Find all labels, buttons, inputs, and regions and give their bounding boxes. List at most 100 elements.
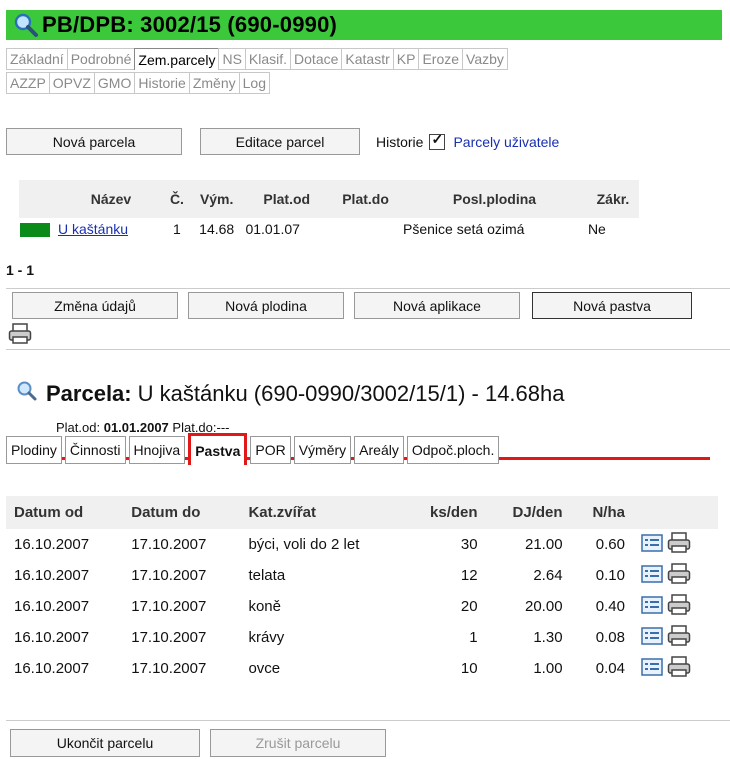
cell-dj: 20.00 xyxy=(525,598,563,615)
table-header: DJ/den xyxy=(485,496,571,529)
tab-por[interactable]: POR xyxy=(250,436,291,464)
action-bar: Změna údajů Nová plodina Nová aplikace N… xyxy=(6,288,730,350)
cell-dj: 21.00 xyxy=(525,536,563,553)
cell-restriction: Ne xyxy=(587,221,606,237)
print-icon[interactable] xyxy=(667,562,691,589)
cell-from: 16.10.2007 xyxy=(14,598,90,615)
end-parcel-button[interactable]: Ukončit parcelu xyxy=(10,729,200,757)
tab-v-m-ry[interactable]: Výměry xyxy=(293,436,352,464)
print-icon[interactable] xyxy=(667,593,691,620)
tab-historie[interactable]: Historie xyxy=(134,72,190,94)
history-checkbox[interactable] xyxy=(429,131,446,150)
table-header: Zákr. xyxy=(586,180,639,218)
cell-nha: 0.40 xyxy=(595,598,625,615)
cell-nha: 0.04 xyxy=(595,660,625,677)
tab-podrobn[interactable]: Podrobné xyxy=(66,48,136,70)
tab-log[interactable]: Log xyxy=(238,72,270,94)
cell-num: 1 xyxy=(173,221,181,237)
pasture-table: Datum od Datum do Kat.zvířat ks/den DJ/den N/… xyxy=(6,496,718,684)
tab-eroze[interactable]: Eroze xyxy=(418,48,464,70)
detail-icon[interactable] xyxy=(641,595,663,619)
color-swatch xyxy=(20,223,50,238)
detail-icon[interactable] xyxy=(641,626,663,650)
tab-vazby[interactable]: Vazby xyxy=(462,48,508,70)
new-parcel-button[interactable]: Nová parcela xyxy=(6,128,182,155)
cell-ks: 30 xyxy=(460,536,478,553)
table-row: 16.10.2007 17.10.2007 telata 12 2.64 0.10 xyxy=(6,560,718,591)
table-header: ks/den xyxy=(403,496,486,529)
cell-to: 17.10.2007 xyxy=(131,598,207,615)
cell-ks: 12 xyxy=(460,567,478,584)
cell-category: krávy xyxy=(248,629,285,646)
new-crop-button[interactable]: Nová plodina xyxy=(188,292,344,319)
new-pasture-button[interactable]: Nová pastva xyxy=(532,292,692,319)
print-icon[interactable] xyxy=(667,655,691,682)
parcels-table: Název Č. Vým. Plat.od Plat.do Posl.plodina Zák… xyxy=(19,180,639,240)
cell-ks: 20 xyxy=(460,598,478,615)
tab-gmo[interactable]: GMO xyxy=(93,72,136,94)
cell-nha: 0.10 xyxy=(595,567,625,584)
parcel-tabs: Plodiny Činnosti Hnojiva Pastva POR Výměry Are… xyxy=(6,433,502,465)
parcel-heading: Parcela: U kaštánku (690-0990/3002/15/1)… xyxy=(16,380,564,408)
print-icon[interactable] xyxy=(8,323,32,350)
cell-name[interactable]: U kaštánku xyxy=(57,218,165,240)
tab-pastva[interactable]: Pastva xyxy=(188,433,248,465)
cancel-parcel-button[interactable]: Zrušit parcelu xyxy=(210,729,386,757)
detail-icon[interactable] xyxy=(641,657,663,681)
cell-from: 16.10.2007 xyxy=(14,629,90,646)
tab-innosti[interactable]: Činnosti xyxy=(64,436,126,464)
tab-azzp[interactable]: AZZP xyxy=(6,72,50,94)
cell-last_crop: Pšenice setá ozimá xyxy=(403,221,525,237)
cell-valid_to xyxy=(329,218,402,240)
cell-nha: 0.60 xyxy=(595,536,625,553)
cell-ks: 1 xyxy=(469,629,478,646)
tab-z-kladn[interactable]: Základní xyxy=(6,48,68,70)
user-parcels-link[interactable]: Parcely uživatele xyxy=(453,134,559,150)
tab-hnojiva[interactable]: Hnojiva xyxy=(128,436,186,464)
new-application-button[interactable]: Nová aplikace xyxy=(354,292,520,319)
tab-ns[interactable]: NS xyxy=(218,48,246,70)
cell-from: 16.10.2007 xyxy=(14,660,90,677)
row-actions xyxy=(633,653,718,684)
table-header: Vým. xyxy=(188,180,245,218)
cell-dj: 2.64 xyxy=(533,567,563,584)
table-row: U kaštánku 1 14.68 01.01.07 Pšenice setá ozi… xyxy=(19,218,639,240)
table-row: 16.10.2007 17.10.2007 krávy 1 1.30 0.08 xyxy=(6,622,718,653)
cell-ks: 10 xyxy=(460,660,478,677)
detail-icon[interactable] xyxy=(641,533,663,557)
tab-opvz[interactable]: OPVZ xyxy=(48,72,95,94)
table-header: Kat.zvířat xyxy=(240,496,404,529)
tab-zem-parcely[interactable]: Zem.parcely xyxy=(134,48,220,70)
table-header: Název xyxy=(57,180,165,218)
print-icon[interactable] xyxy=(667,624,691,651)
pagination: 1 - 1 xyxy=(6,262,35,278)
table-row: 16.10.2007 17.10.2007 býci, voli do 2 let 3… xyxy=(6,529,718,560)
cell-category: koně xyxy=(248,598,281,615)
cell-category: býci, voli do 2 let xyxy=(248,536,360,553)
plat-od-label: Plat.od: xyxy=(56,420,101,435)
page-title: PB/DPB: 3002/15 (690-0990) xyxy=(42,12,338,37)
main-tabs: Základní Podrobné Zem.parcely NS Klasif. Dota… xyxy=(6,48,730,94)
parcel-toolbar: Nová parcela Editace parcel Historie Par… xyxy=(6,128,559,155)
edit-parcels-button[interactable]: Editace parcel xyxy=(200,128,360,155)
detail-icon[interactable] xyxy=(641,564,663,588)
tab-odpo-ploch[interactable]: Odpoč.ploch. xyxy=(406,436,500,464)
table-header: Posl.plodina xyxy=(402,180,587,218)
print-icon[interactable] xyxy=(667,531,691,558)
row-actions xyxy=(633,529,718,560)
tab-katastr[interactable]: Katastr xyxy=(341,48,394,70)
tab-kp[interactable]: KP xyxy=(392,48,420,70)
cell-dj: 1.30 xyxy=(533,629,563,646)
cell-to: 17.10.2007 xyxy=(131,629,207,646)
tab-dotace[interactable]: Dotace xyxy=(290,48,343,70)
tab-are-ly[interactable]: Areály xyxy=(354,436,404,464)
cell-category: telata xyxy=(248,567,286,584)
tab-klasif[interactable]: Klasif. xyxy=(244,48,292,70)
table-header: Datum do xyxy=(123,496,241,529)
cell-to: 17.10.2007 xyxy=(131,536,207,553)
cell-dj: 1.00 xyxy=(533,660,563,677)
table-row: 16.10.2007 17.10.2007 koně 20 20.00 0.40 xyxy=(6,591,718,622)
tab-plodiny[interactable]: Plodiny xyxy=(6,436,62,464)
tab-zm-ny[interactable]: Změny xyxy=(188,72,240,94)
change-data-button[interactable]: Změna údajů xyxy=(12,292,178,319)
